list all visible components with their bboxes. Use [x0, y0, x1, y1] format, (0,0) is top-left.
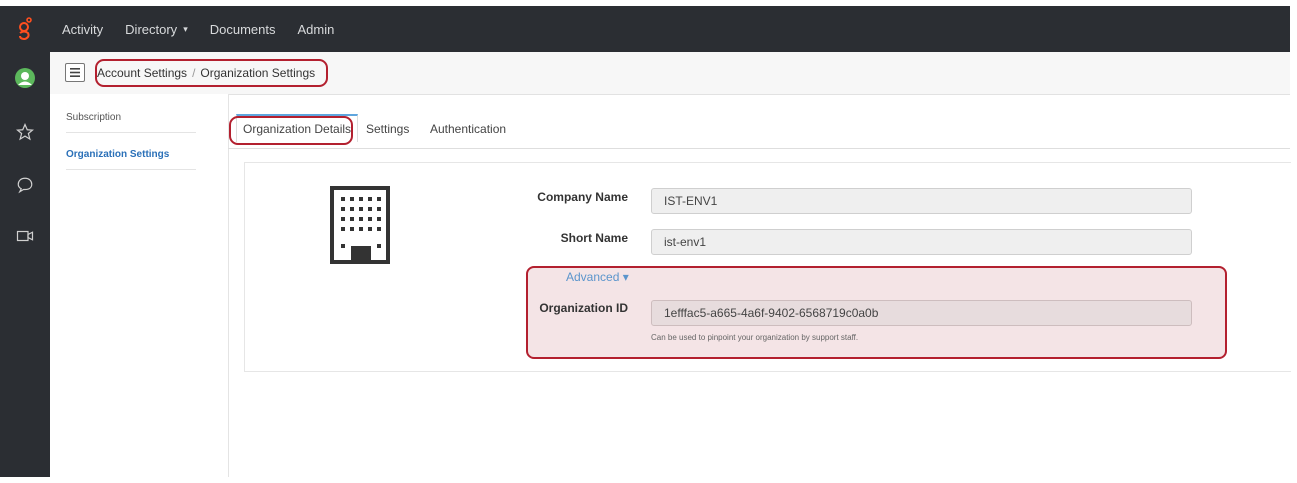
sidebar-item-organization-settings[interactable]: Organization Settings: [66, 149, 196, 170]
nav-directory-label: Directory: [125, 21, 178, 37]
organization-id-help-text: Can be used to pinpoint your organizatio…: [651, 333, 859, 342]
organization-id-label: Organization ID: [539, 301, 628, 315]
chevron-down-icon: ▾: [183, 23, 188, 34]
tab-settings[interactable]: Settings: [366, 122, 409, 136]
chat-icon[interactable]: [13, 173, 37, 197]
settings-sidebar: Subscription Organization Settings: [50, 94, 229, 477]
advanced-toggle[interactable]: Advanced ▾: [566, 270, 629, 284]
short-name-field[interactable]: [651, 229, 1192, 255]
short-name-label: Short Name: [560, 231, 628, 245]
nav-activity[interactable]: Activity: [62, 22, 103, 37]
building-icon: [330, 186, 390, 266]
breadcrumb-account-settings[interactable]: Account Settings: [97, 66, 187, 80]
video-icon[interactable]: [13, 224, 37, 248]
top-navigation-bar: Activity Directory ▾ Documents Admin: [0, 6, 1290, 52]
genesys-logo-icon[interactable]: [0, 6, 50, 52]
page-header: Account Settings / Organization Settings: [50, 52, 1290, 95]
breadcrumb-organization-settings[interactable]: Organization Settings: [200, 66, 315, 80]
tab-organization-details[interactable]: Organization Details: [236, 114, 359, 142]
tab-authentication[interactable]: Authentication: [430, 122, 506, 136]
organization-id-field[interactable]: [651, 300, 1192, 326]
breadcrumb: Account Settings / Organization Settings: [97, 62, 315, 84]
settings-tabs: Organization Details Settings Authentica…: [228, 108, 1290, 149]
sidebar-item-subscription[interactable]: Subscription: [66, 112, 196, 133]
hamburger-icon: [70, 68, 80, 77]
nav-admin[interactable]: Admin: [297, 22, 334, 37]
menu-toggle-button[interactable]: [65, 63, 85, 82]
company-name-field[interactable]: [651, 188, 1192, 214]
star-icon[interactable]: [13, 120, 37, 144]
company-name-label: Company Name: [537, 190, 628, 204]
nav-directory[interactable]: Directory ▾: [125, 22, 188, 37]
top-nav-menu: Activity Directory ▾ Documents Admin: [62, 6, 356, 52]
avatar[interactable]: [13, 66, 37, 90]
breadcrumb-separator: /: [192, 66, 196, 80]
nav-documents[interactable]: Documents: [210, 22, 276, 37]
left-rail: [0, 52, 50, 477]
